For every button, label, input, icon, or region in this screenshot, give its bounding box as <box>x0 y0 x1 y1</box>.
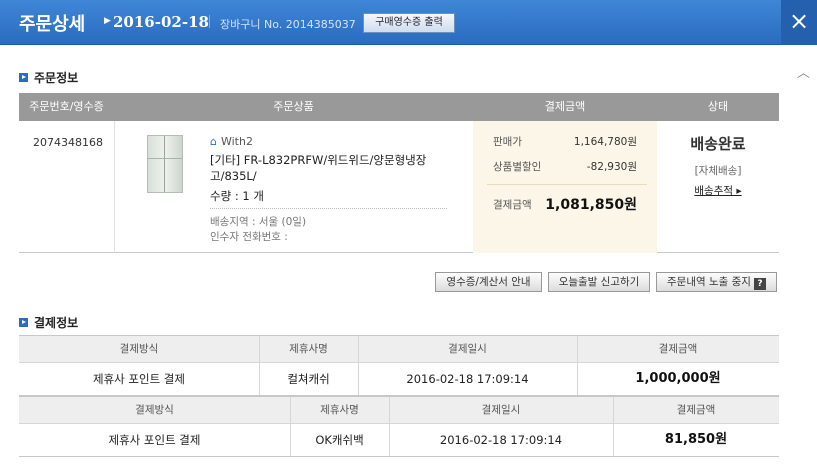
title-bar: 주문상세 ▶ 2016-02-18 장바구니 No. 2014385037 구매… <box>0 0 817 45</box>
price-summary: 판매가 1,164,780원 상품별할인 -82,930원 결제금액 1,081… <box>473 121 657 253</box>
product-name[interactable]: [기타] FR-L832PRFW/위드위드/양문형냉장고/835L/ <box>210 152 460 184</box>
table-row: 제휴사 포인트 결제 컬쳐캐쉬 2016-02-18 17:09:14 1,00… <box>19 363 779 396</box>
order-info-heading: 주문정보 <box>19 69 78 86</box>
col-partner: 제휴사명 <box>320 404 359 416</box>
pay-method: 제휴사 포인트 결제 <box>108 433 201 447</box>
payment-info-title: 결제정보 <box>34 316 79 330</box>
seller-label: With2 <box>220 135 253 148</box>
arrow-right-icon: ▶ <box>104 16 111 26</box>
pay-date: 2016-02-18 17:09:14 <box>406 372 529 386</box>
total-label: 결제금액 <box>493 199 532 211</box>
order-table-row: 2074348168 ⌂ With2 [기타] FR-L832PRFW/위드위드/… <box>19 121 779 253</box>
track-delivery-link[interactable]: 배송추적 ▸ <box>657 183 779 198</box>
pay-method: 제휴사 포인트 결제 <box>93 372 185 386</box>
print-receipt-button[interactable]: 구매영수증 출력 <box>363 13 455 33</box>
quantity: 수량 : 1 개 <box>210 189 264 203</box>
page-title: 주문상세 <box>19 14 86 35</box>
payment-table-header: 결제방식 제휴사명 결제일시 결제금액 <box>19 396 779 424</box>
section-bullet-icon <box>19 73 28 82</box>
receipt-info-button[interactable]: 영수증/계산서 안내 <box>435 272 542 292</box>
col-pay-method: 결제방식 <box>119 343 159 355</box>
divider <box>114 121 115 253</box>
col-amount: 결제금액 <box>544 100 586 113</box>
col-status: 상태 <box>707 100 729 113</box>
col-product: 주문상품 <box>273 100 314 113</box>
pay-amount: 1,000,000원 <box>635 371 721 386</box>
pay-amount: 81,850원 <box>664 432 728 447</box>
col-pay-amount: 결제금액 <box>676 404 716 416</box>
order-date: 2016-02-18 <box>113 13 209 31</box>
hide-order-label: 주문내역 노출 중지 <box>667 276 751 288</box>
scroll-up-icon[interactable]: ︿ <box>797 62 810 81</box>
col-pay-date: 결제일시 <box>448 343 487 355</box>
shipping-type: [자체배송] <box>694 165 742 177</box>
home-icon: ⌂ <box>210 135 217 148</box>
divider <box>209 15 210 28</box>
col-order-number: 주문번호/영수증 <box>29 100 104 113</box>
order-table-header: 주문번호/영수증 주문상품 결제금액 상태 <box>19 93 779 121</box>
col-pay-amount: 결제금액 <box>658 343 698 355</box>
shipping-area: 배송지역 : 서울 (0일) <box>210 216 307 228</box>
pay-date: 2016-02-18 17:09:14 <box>439 433 563 447</box>
section-bullet-icon <box>19 318 28 327</box>
col-pay-date: 결제일시 <box>481 404 521 416</box>
status-badge: 배송완료 <box>690 135 746 153</box>
payment-table-header: 결제방식 제휴사명 결제일시 결제금액 <box>19 335 779 363</box>
col-pay-method: 결제방식 <box>135 404 174 416</box>
total-value: 1,081,850원 <box>545 197 637 213</box>
recipient-phone: 인수자 전화번호 : <box>210 231 288 243</box>
discount-value: -82,930원 <box>586 161 637 173</box>
col-partner: 제휴사명 <box>289 343 328 355</box>
order-number[interactable]: 2074348168 <box>33 136 103 149</box>
order-status: 배송완료 [자체배송] 배송추적 ▸ <box>657 121 779 253</box>
hide-order-button[interactable]: 주문내역 노출 중지? <box>656 272 777 292</box>
help-icon: ? <box>753 278 766 290</box>
payment-info-heading: 결제정보 <box>19 314 78 331</box>
order-info-title: 주문정보 <box>34 71 79 85</box>
sale-price-value: 1,164,780원 <box>573 136 637 148</box>
divider <box>487 184 647 185</box>
seller-name[interactable]: ⌂ With2 <box>210 135 253 148</box>
product-thumbnail[interactable] <box>147 135 183 193</box>
cart-number: 장바구니 No. 2014385037 <box>220 18 356 31</box>
divider <box>210 208 447 209</box>
report-delay-button[interactable]: 오늘출발 신고하기 <box>548 272 650 292</box>
partner-name: 컬쳐캐쉬 <box>287 372 330 386</box>
sale-price-label: 판매가 <box>493 136 522 148</box>
table-row: 제휴사 포인트 결제 OK캐쉬백 2016-02-18 17:09:14 81,… <box>19 424 779 457</box>
discount-label: 상품별할인 <box>493 161 542 173</box>
close-icon[interactable]: × <box>781 0 817 45</box>
partner-name: OK캐쉬백 <box>315 433 364 447</box>
